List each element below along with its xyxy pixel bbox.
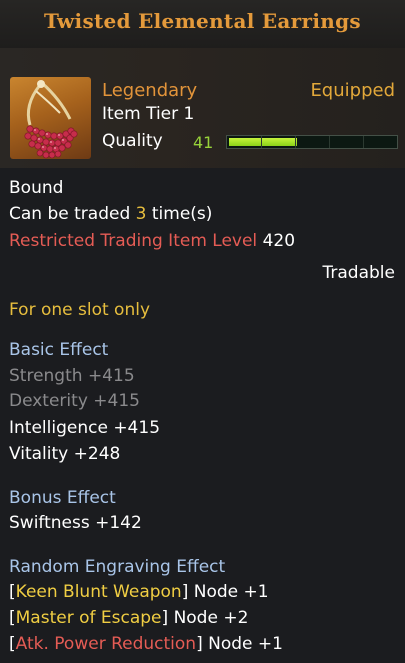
restricted-trading-line: Restricted Trading Item Level 420 [9, 231, 295, 251]
rarity-label: Legendary [102, 80, 198, 101]
engraving-item: [Atk. Power Reduction] Node +1 [9, 634, 283, 654]
engraving-name: Master of Escape [15, 608, 162, 628]
engraving-node: Node +1 [193, 582, 269, 602]
stat-intelligence: Intelligence +415 [9, 418, 161, 438]
stat-vitality: Vitality +248 [9, 444, 121, 464]
engraving-name: Keen Blunt Weapon [15, 582, 182, 602]
engraving-item: [Keen Blunt Weapon] Node +1 [9, 582, 269, 602]
quality-bar-tick [329, 136, 330, 148]
stat-swiftness: Swiftness +142 [9, 513, 142, 533]
restricted-trading-level: 420 [262, 231, 296, 251]
quality-bar-tick [261, 136, 262, 148]
bonus-effect-heading: Bonus Effect [9, 488, 116, 508]
engraving-node: Node +2 [173, 608, 249, 628]
trade-count-prefix: Can be traded [9, 204, 136, 224]
equipped-status: Equipped [310, 80, 395, 101]
quality-bar [226, 135, 398, 149]
item-tier: Item Tier 1 [102, 104, 195, 124]
engraving-item: [Master of Escape] Node +2 [9, 608, 249, 628]
quality-bar-fill [229, 138, 297, 146]
quality-value: 41 [193, 133, 214, 152]
earring-icon [10, 77, 91, 159]
engraving-name: Atk. Power Reduction [15, 634, 197, 654]
slot-note: For one slot only [9, 300, 151, 320]
trade-count-suffix: time(s) [146, 204, 213, 224]
quality-bar-tick [295, 136, 296, 148]
basic-effect-heading: Basic Effect [9, 340, 109, 360]
trade-count-value: 3 [135, 204, 147, 224]
engraving-heading: Random Engraving Effect [9, 557, 226, 577]
engraving-node: Node +1 [208, 634, 283, 654]
item-name: Twisted Elemental Earrings [44, 9, 361, 33]
quality-label: Quality [102, 131, 163, 151]
quality-bar-tick [363, 136, 364, 148]
stat-dexterity: Dexterity +415 [9, 391, 140, 411]
bound-status: Bound [9, 178, 64, 198]
stat-strength: Strength +415 [9, 366, 135, 386]
restricted-trading-label: Restricted Trading Item Level [9, 231, 258, 251]
trade-count-line: Can be traded 3 time(s) [9, 204, 212, 224]
tooltip-title-bar: Twisted Elemental Earrings [0, 0, 405, 49]
tradable-status: Tradable [322, 263, 395, 283]
